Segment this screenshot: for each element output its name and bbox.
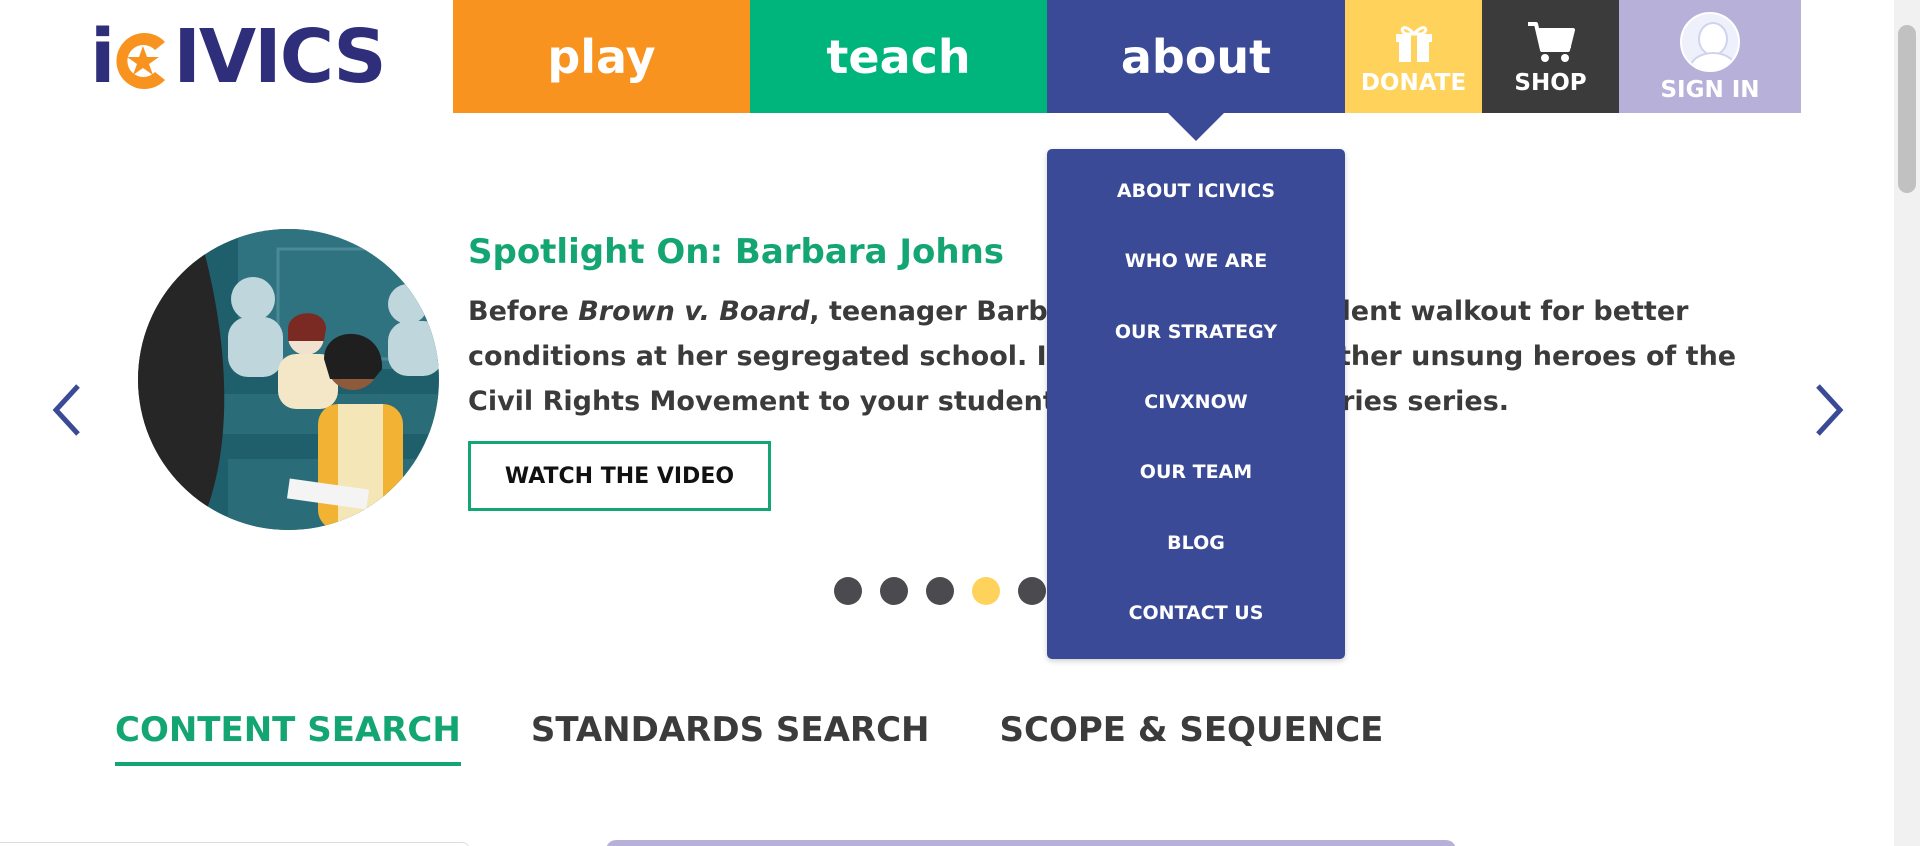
nav-shop[interactable]: SHOP — [1482, 0, 1619, 113]
spotlight-title: Spotlight On: Barbara Johns — [468, 232, 1005, 272]
nav-play[interactable]: play — [453, 0, 750, 113]
menu-item-contact-us[interactable]: CONTACT US — [1047, 602, 1345, 624]
page: i IVICS play teach about DONATE SHOP SIG… — [0, 0, 1920, 846]
menu-item-civxnow[interactable]: CIVXNOW — [1047, 391, 1345, 413]
gift-icon — [1392, 18, 1436, 66]
about-dropdown-menu: ABOUT ICIVICS WHO WE ARE OUR STRATEGY CI… — [1047, 149, 1345, 659]
carousel-dot-1[interactable] — [834, 577, 862, 605]
menu-item-our-strategy[interactable]: OUR STRATEGY — [1047, 321, 1345, 343]
nav-donate[interactable]: DONATE — [1345, 0, 1482, 113]
spotlight-body-prefix: Before — [468, 296, 579, 327]
menu-item-about-icivics[interactable]: ABOUT ICIVICS — [1047, 180, 1345, 202]
logo-text-i: i — [90, 14, 115, 100]
logo-text-ivics: IVICS — [173, 14, 386, 100]
spotlight-body-italic: Brown v. Board — [578, 296, 810, 327]
tab-standards-search[interactable]: STANDARDS SEARCH — [531, 710, 930, 766]
nav-donate-label: DONATE — [1360, 69, 1467, 96]
carousel-dots — [834, 577, 1046, 605]
nav-play-label: play — [547, 29, 656, 84]
menu-item-our-team[interactable]: OUR TEAM — [1047, 461, 1345, 483]
chevron-right-icon — [1816, 384, 1844, 436]
search-tabs: CONTENT SEARCH STANDARDS SEARCH SCOPE & … — [115, 710, 1383, 766]
carousel-dot-4[interactable] — [972, 577, 1000, 605]
main-nav: play teach about DONATE SHOP SIGN IN — [453, 0, 1801, 113]
watch-video-button[interactable]: WATCH THE VIDEO — [468, 441, 771, 511]
search-bar-top-edge — [606, 840, 1456, 846]
carousel-next-button[interactable] — [1808, 380, 1848, 444]
nav-shop-label: SHOP — [1514, 69, 1587, 96]
nav-signin[interactable]: SIGN IN — [1619, 0, 1801, 113]
scrollbar-thumb[interactable] — [1898, 25, 1916, 193]
nav-teach-label: teach — [826, 29, 971, 84]
spotlight-illustration — [138, 229, 439, 530]
carousel-dot-5[interactable] — [1018, 577, 1046, 605]
nav-about-label: about — [1120, 29, 1272, 84]
menu-item-blog[interactable]: BLOG — [1047, 532, 1345, 554]
carousel-prev-button[interactable] — [48, 380, 88, 444]
logo-star-c-icon — [115, 28, 171, 94]
carousel-dot-3[interactable] — [926, 577, 954, 605]
nav-about[interactable]: about — [1047, 0, 1345, 113]
nav-signin-label: SIGN IN — [1660, 76, 1760, 103]
tab-content-search[interactable]: CONTENT SEARCH — [115, 710, 461, 766]
icivics-logo[interactable]: i IVICS — [90, 14, 387, 100]
cart-icon — [1526, 18, 1576, 66]
menu-item-who-we-are[interactable]: WHO WE ARE — [1047, 250, 1345, 272]
page-scrollbar[interactable] — [1894, 0, 1920, 846]
search-panel-edge — [0, 842, 470, 846]
carousel-dot-2[interactable] — [880, 577, 908, 605]
chevron-left-icon — [52, 384, 80, 436]
avatar-icon — [1680, 11, 1740, 73]
nav-teach[interactable]: teach — [750, 0, 1047, 113]
tab-scope-sequence[interactable]: SCOPE & SEQUENCE — [1000, 710, 1384, 766]
